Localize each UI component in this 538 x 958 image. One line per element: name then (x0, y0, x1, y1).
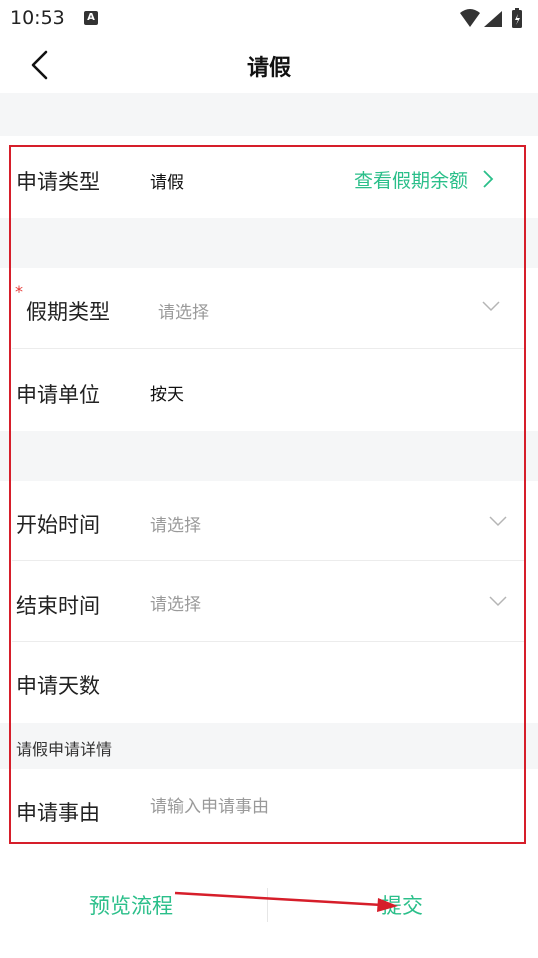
preview-flow-button[interactable]: 预览流程 (89, 890, 173, 920)
bottom-bar: 预览流程 提交 (0, 870, 538, 950)
nav-bar: 请假 (0, 38, 538, 93)
page-title: 请假 (246, 56, 291, 81)
status-icons (458, 7, 528, 35)
wifi-icon (460, 9, 480, 27)
annotation-arrow-icon (174, 891, 398, 912)
status-time: 10:53 (10, 7, 65, 29)
notification-icon: A (84, 11, 98, 25)
section-gap (0, 93, 538, 136)
status-bar: 10:53 A (0, 0, 538, 38)
signal-icon (484, 11, 502, 27)
annotation-highlight-box (9, 145, 526, 844)
battery-icon (512, 8, 522, 28)
